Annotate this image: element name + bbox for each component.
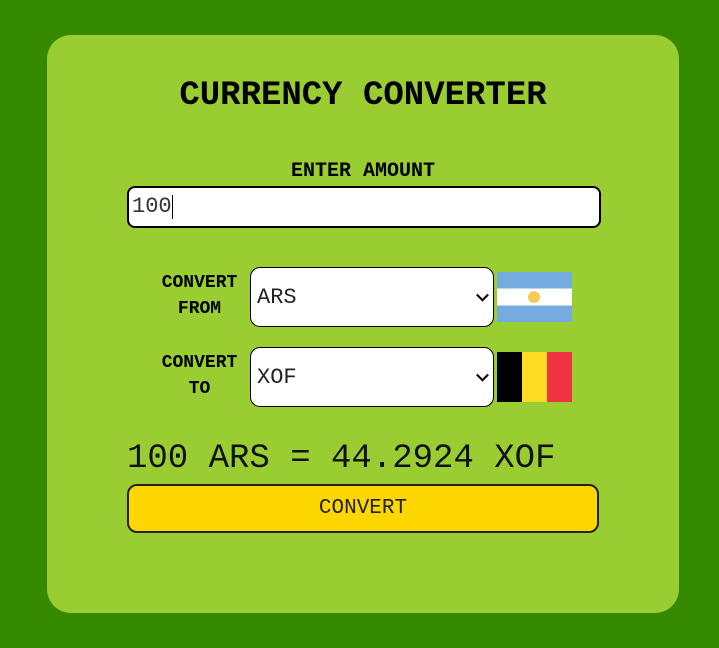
convert-from-label: CONVERT FROM (147, 270, 252, 322)
argentina-flag-icon (497, 272, 572, 322)
convert-button[interactable]: CONVERT (127, 484, 599, 533)
sun-icon (528, 291, 540, 303)
flag-stripe-black (497, 352, 522, 402)
text-caret (171, 195, 173, 219)
app-title: CURRENCY CONVERTER (179, 77, 547, 115)
convert-to-label-line1: CONVERT (161, 353, 238, 373)
converter-card: CURRENCY CONVERTER ENTER AMOUNT 100 CONV… (47, 35, 679, 613)
convert-from-label-line2: FROM (177, 299, 222, 319)
flag-stripe-yellow (522, 352, 547, 402)
flag-stripe-red (547, 352, 572, 402)
conversion-result: 100 ARS = 44.2924 XOF (127, 440, 556, 478)
from-currency-select[interactable]: ARS (250, 267, 494, 327)
from-currency-value: ARS (257, 284, 297, 310)
convert-to-label-line2: TO (188, 379, 211, 399)
chevron-down-icon (476, 368, 489, 382)
to-currency-value: XOF (257, 364, 297, 390)
amount-value: 100 (132, 194, 172, 219)
chevron-down-icon (476, 288, 489, 302)
convert-from-label-line1: CONVERT (161, 273, 238, 293)
amount-input[interactable]: 100 (127, 186, 601, 228)
convert-to-label: CONVERT TO (147, 350, 252, 402)
to-currency-select[interactable]: XOF (250, 347, 494, 407)
amount-label: ENTER AMOUNT (290, 160, 436, 183)
belgium-flag-icon (497, 352, 572, 402)
